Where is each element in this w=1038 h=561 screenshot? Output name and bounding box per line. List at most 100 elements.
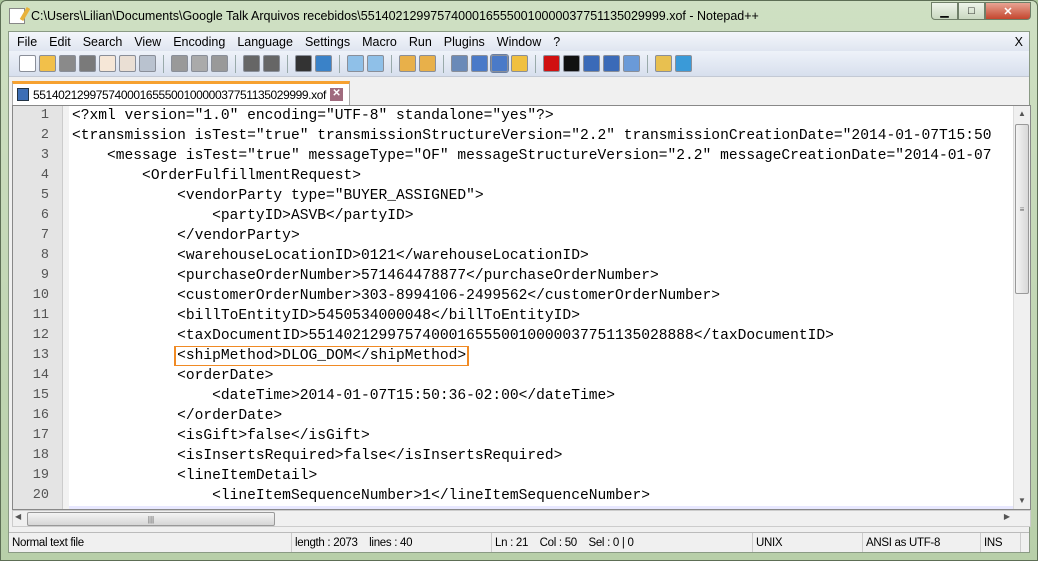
minimize-button[interactable]: ▁: [931, 2, 958, 20]
code-text[interactable]: <warehouseLocationID>0121</warehouseLoca…: [69, 246, 1015, 266]
zoom-in-icon[interactable]: [347, 55, 364, 72]
record-macro-icon[interactable]: [543, 55, 560, 72]
code-text[interactable]: <billToEntityID>5450534000048</billToEnt…: [69, 306, 1015, 326]
window-title: C:\Users\Lilian\Documents\Google Talk Ar…: [31, 9, 759, 23]
close-button[interactable]: ✕: [985, 2, 1031, 20]
menu-language[interactable]: Language: [231, 35, 299, 49]
redo-icon[interactable]: [263, 55, 280, 72]
scroll-right-icon[interactable]: ▶: [1004, 512, 1010, 521]
scroll-down-icon[interactable]: ▼: [1014, 493, 1030, 509]
toolbar-separator: [535, 54, 536, 73]
vertical-scroll-thumb[interactable]: ≡: [1015, 124, 1029, 294]
editor[interactable]: 1 <?xml version="1.0" encoding="UTF-8" st…: [12, 105, 1031, 510]
code-text[interactable]: <vendorParty type="BUYER_ASSIGNED">: [69, 186, 1015, 206]
code-line: 4 <OrderFulfillmentRequest>: [13, 166, 1015, 186]
run-macro-multiple-icon[interactable]: [603, 55, 620, 72]
line-number: 3: [40, 148, 49, 163]
print-icon[interactable]: [139, 55, 156, 72]
line-number: 6: [40, 208, 49, 223]
save-macro-icon[interactable]: [623, 55, 640, 72]
replace-icon[interactable]: [315, 55, 332, 72]
horizontal-scroll-thumb[interactable]: |||: [27, 512, 275, 526]
code-text[interactable]: <taxDocumentID>5514021299757400016555001…: [69, 326, 1015, 346]
paste-icon[interactable]: [211, 55, 228, 72]
save-all-icon[interactable]: [79, 55, 96, 72]
menu-view[interactable]: View: [128, 35, 167, 49]
menu-plugins[interactable]: Plugins: [438, 35, 491, 49]
open-folder-icon[interactable]: [655, 55, 672, 72]
line-number: 19: [32, 468, 49, 483]
sync-h-icon[interactable]: [419, 55, 436, 72]
notepadpp-window: C:\Users\Lilian\Documents\Google Talk Ar…: [0, 0, 1038, 561]
close-document-button[interactable]: X: [1015, 35, 1029, 49]
line-number: 12: [32, 328, 49, 343]
code-text[interactable]: <isGift>false</isGift>: [69, 426, 1015, 446]
cut-icon[interactable]: [171, 55, 188, 72]
menu-help[interactable]: ?: [547, 35, 566, 49]
save-icon[interactable]: [59, 55, 76, 72]
code-text[interactable]: <dateTime>2014-01-07T15:50:36-02:00</dat…: [69, 386, 1015, 406]
code-line: 8 <warehouseLocationID>0121</warehouseLo…: [13, 246, 1015, 266]
code-text[interactable]: <lineItemSequenceNumber>1</lineItemSeque…: [69, 486, 1015, 506]
new-icon[interactable]: [19, 55, 36, 72]
menu-encoding[interactable]: Encoding: [167, 35, 231, 49]
menu-macro[interactable]: Macro: [356, 35, 403, 49]
code-text[interactable]: <shipMethod>DLOG_DOM</shipMethod>: [69, 346, 1015, 366]
maximize-button[interactable]: □: [958, 2, 985, 20]
code-text[interactable]: <orderDate>: [69, 366, 1015, 386]
code-text[interactable]: <lineItemDetail>: [69, 466, 1015, 486]
scroll-left-icon[interactable]: ◀: [15, 512, 21, 521]
menu-run[interactable]: Run: [403, 35, 438, 49]
menu-edit[interactable]: Edit: [43, 35, 77, 49]
find-icon[interactable]: [295, 55, 312, 72]
code-text[interactable]: <purchaseOrderNumber>571464478877</purch…: [69, 266, 1015, 286]
status-mode: INS: [981, 533, 1021, 552]
code-text[interactable]: </orderDate>: [69, 406, 1015, 426]
line-number: 9: [40, 268, 49, 283]
close-all-icon[interactable]: [119, 55, 136, 72]
undo-icon[interactable]: [243, 55, 260, 72]
spell-check-icon[interactable]: [675, 55, 692, 72]
play-macro-icon[interactable]: [583, 55, 600, 72]
menu-file[interactable]: File: [11, 35, 43, 49]
vertical-scrollbar[interactable]: ▲ ≡ ▼: [1013, 106, 1030, 509]
zoom-out-icon[interactable]: [367, 55, 384, 72]
menu-bar: File Edit Search View Encoding Language Settin…: [9, 32, 1029, 51]
code-text[interactable]: <customerOrderNumber>303-8994106-2499562…: [69, 286, 1015, 306]
code-text[interactable]: <transmission isTest="true" transmission…: [69, 126, 1015, 146]
code-text[interactable]: <message isTest="true" messageType="OF" …: [69, 146, 1015, 166]
tab-close-icon[interactable]: ✕: [329, 88, 343, 101]
close-icon[interactable]: [99, 55, 116, 72]
code-text[interactable]: </vendorParty>: [69, 226, 1015, 246]
code-line: 19 <lineItemDetail>: [13, 466, 1015, 486]
menu-search[interactable]: Search: [77, 35, 129, 49]
indent-guide-icon[interactable]: [490, 54, 509, 73]
scroll-up-icon[interactable]: ▲: [1014, 106, 1030, 122]
horizontal-scrollbar[interactable]: ◀ ||| ▶: [12, 510, 1031, 527]
code-line: 13 <shipMethod>DLOG_DOM</shipMethod>: [13, 346, 1015, 366]
stop-record-icon[interactable]: [563, 55, 580, 72]
tab-document[interactable]: 5514021299757400016555001000003775113502…: [12, 81, 350, 105]
code-text[interactable]: <?xml version="1.0" encoding="UTF-8" sta…: [69, 106, 1015, 126]
line-number: 4: [40, 168, 49, 183]
user-lang-icon[interactable]: [511, 55, 528, 72]
menu-window[interactable]: Window: [491, 35, 547, 49]
word-wrap-icon[interactable]: [451, 55, 468, 72]
sync-v-icon[interactable]: [399, 55, 416, 72]
code-text[interactable]: <OrderFulfillmentRequest>: [69, 166, 1015, 186]
code-text[interactable]: <isInsertsRequired>false</isInsertsRequi…: [69, 446, 1015, 466]
open-icon[interactable]: [39, 55, 56, 72]
code-line: 12 <taxDocumentID>5514021299757400016555…: [13, 326, 1015, 346]
client-area: File Edit Search View Encoding Language Settin…: [8, 31, 1031, 553]
code-line: 11 <billToEntityID>5450534000048</billTo…: [13, 306, 1015, 326]
menu-settings[interactable]: Settings: [299, 35, 356, 49]
code-text[interactable]: <partyID>ASVB</partyID>: [69, 206, 1015, 226]
toolbar-separator: [235, 54, 236, 73]
copy-icon[interactable]: [191, 55, 208, 72]
line-number: 18: [32, 448, 49, 463]
code-line: 7 </vendorParty>: [13, 226, 1015, 246]
line-number: 5: [40, 188, 49, 203]
code-line: 14 <orderDate>: [13, 366, 1015, 386]
show-all-chars-icon[interactable]: [471, 55, 488, 72]
save-state-icon: [17, 88, 29, 101]
